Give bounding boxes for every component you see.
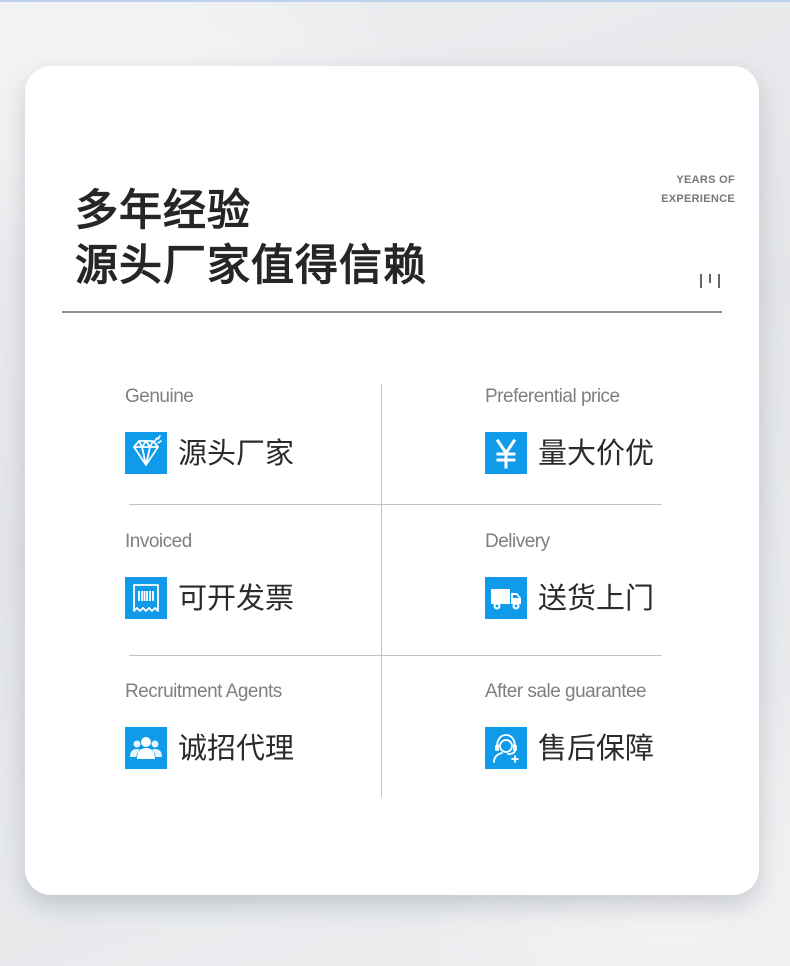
receipt-icon <box>125 577 167 619</box>
feature-cn-label: 送货上门 <box>538 581 655 615</box>
feature-en-label: Recruitment Agents <box>125 681 282 702</box>
top-accent-line <box>0 0 790 2</box>
years-badge-line-1: YEARS OF <box>676 174 735 186</box>
years-badge: YEARS OF EXPERIENCE <box>661 171 735 209</box>
feature-after-sale-guarantee: After sale guarantee 售后保障 <box>485 681 715 781</box>
yen-icon <box>485 432 527 474</box>
feature-en-label: After sale guarantee <box>485 681 647 702</box>
headline: 多年经验 源头厂家值得信赖 <box>75 184 427 294</box>
feature-cn-label: 量大价优 <box>538 436 655 470</box>
users-icon <box>125 727 167 769</box>
headline-line-1: 多年经验 <box>75 186 251 236</box>
feature-en-label: Genuine <box>125 386 194 407</box>
feature-recruitment-agents: Recruitment Agents 诚招代理 <box>125 681 355 781</box>
feature-en-label: Delivery <box>485 531 550 552</box>
grid-horizontal-divider <box>129 504 662 505</box>
feature-delivery: Delivery 送货上门 <box>485 531 715 631</box>
grid-horizontal-divider <box>129 655 662 656</box>
feature-invoiced: Invoiced 可开发票 <box>125 531 355 631</box>
truck-icon <box>485 577 527 619</box>
headline-line-2: 源头厂家值得信赖 <box>75 241 427 291</box>
support-agent-icon <box>485 727 527 769</box>
feature-cn-label: 售后保障 <box>538 731 655 765</box>
feature-cn-label: 可开发票 <box>178 581 295 615</box>
feature-preferential-price: Preferential price 量大价优 <box>485 386 715 486</box>
years-badge-line-2: EXPERIENCE <box>661 193 735 205</box>
feature-cn-label: 诚招代理 <box>178 731 295 765</box>
feature-en-label: Preferential price <box>485 386 620 407</box>
diamond-icon <box>125 432 167 474</box>
feature-cn-label: 源头厂家 <box>178 436 295 470</box>
headline-divider <box>62 311 722 313</box>
feature-genuine: Genuine 源头厂家 <box>125 386 355 486</box>
info-card: 多年经验 源头厂家值得信赖 YEARS OF EXPERIENCE Genuin… <box>25 66 759 895</box>
tick-marks-decoration <box>700 272 722 288</box>
feature-en-label: Invoiced <box>125 531 192 552</box>
grid-vertical-divider <box>381 384 382 797</box>
